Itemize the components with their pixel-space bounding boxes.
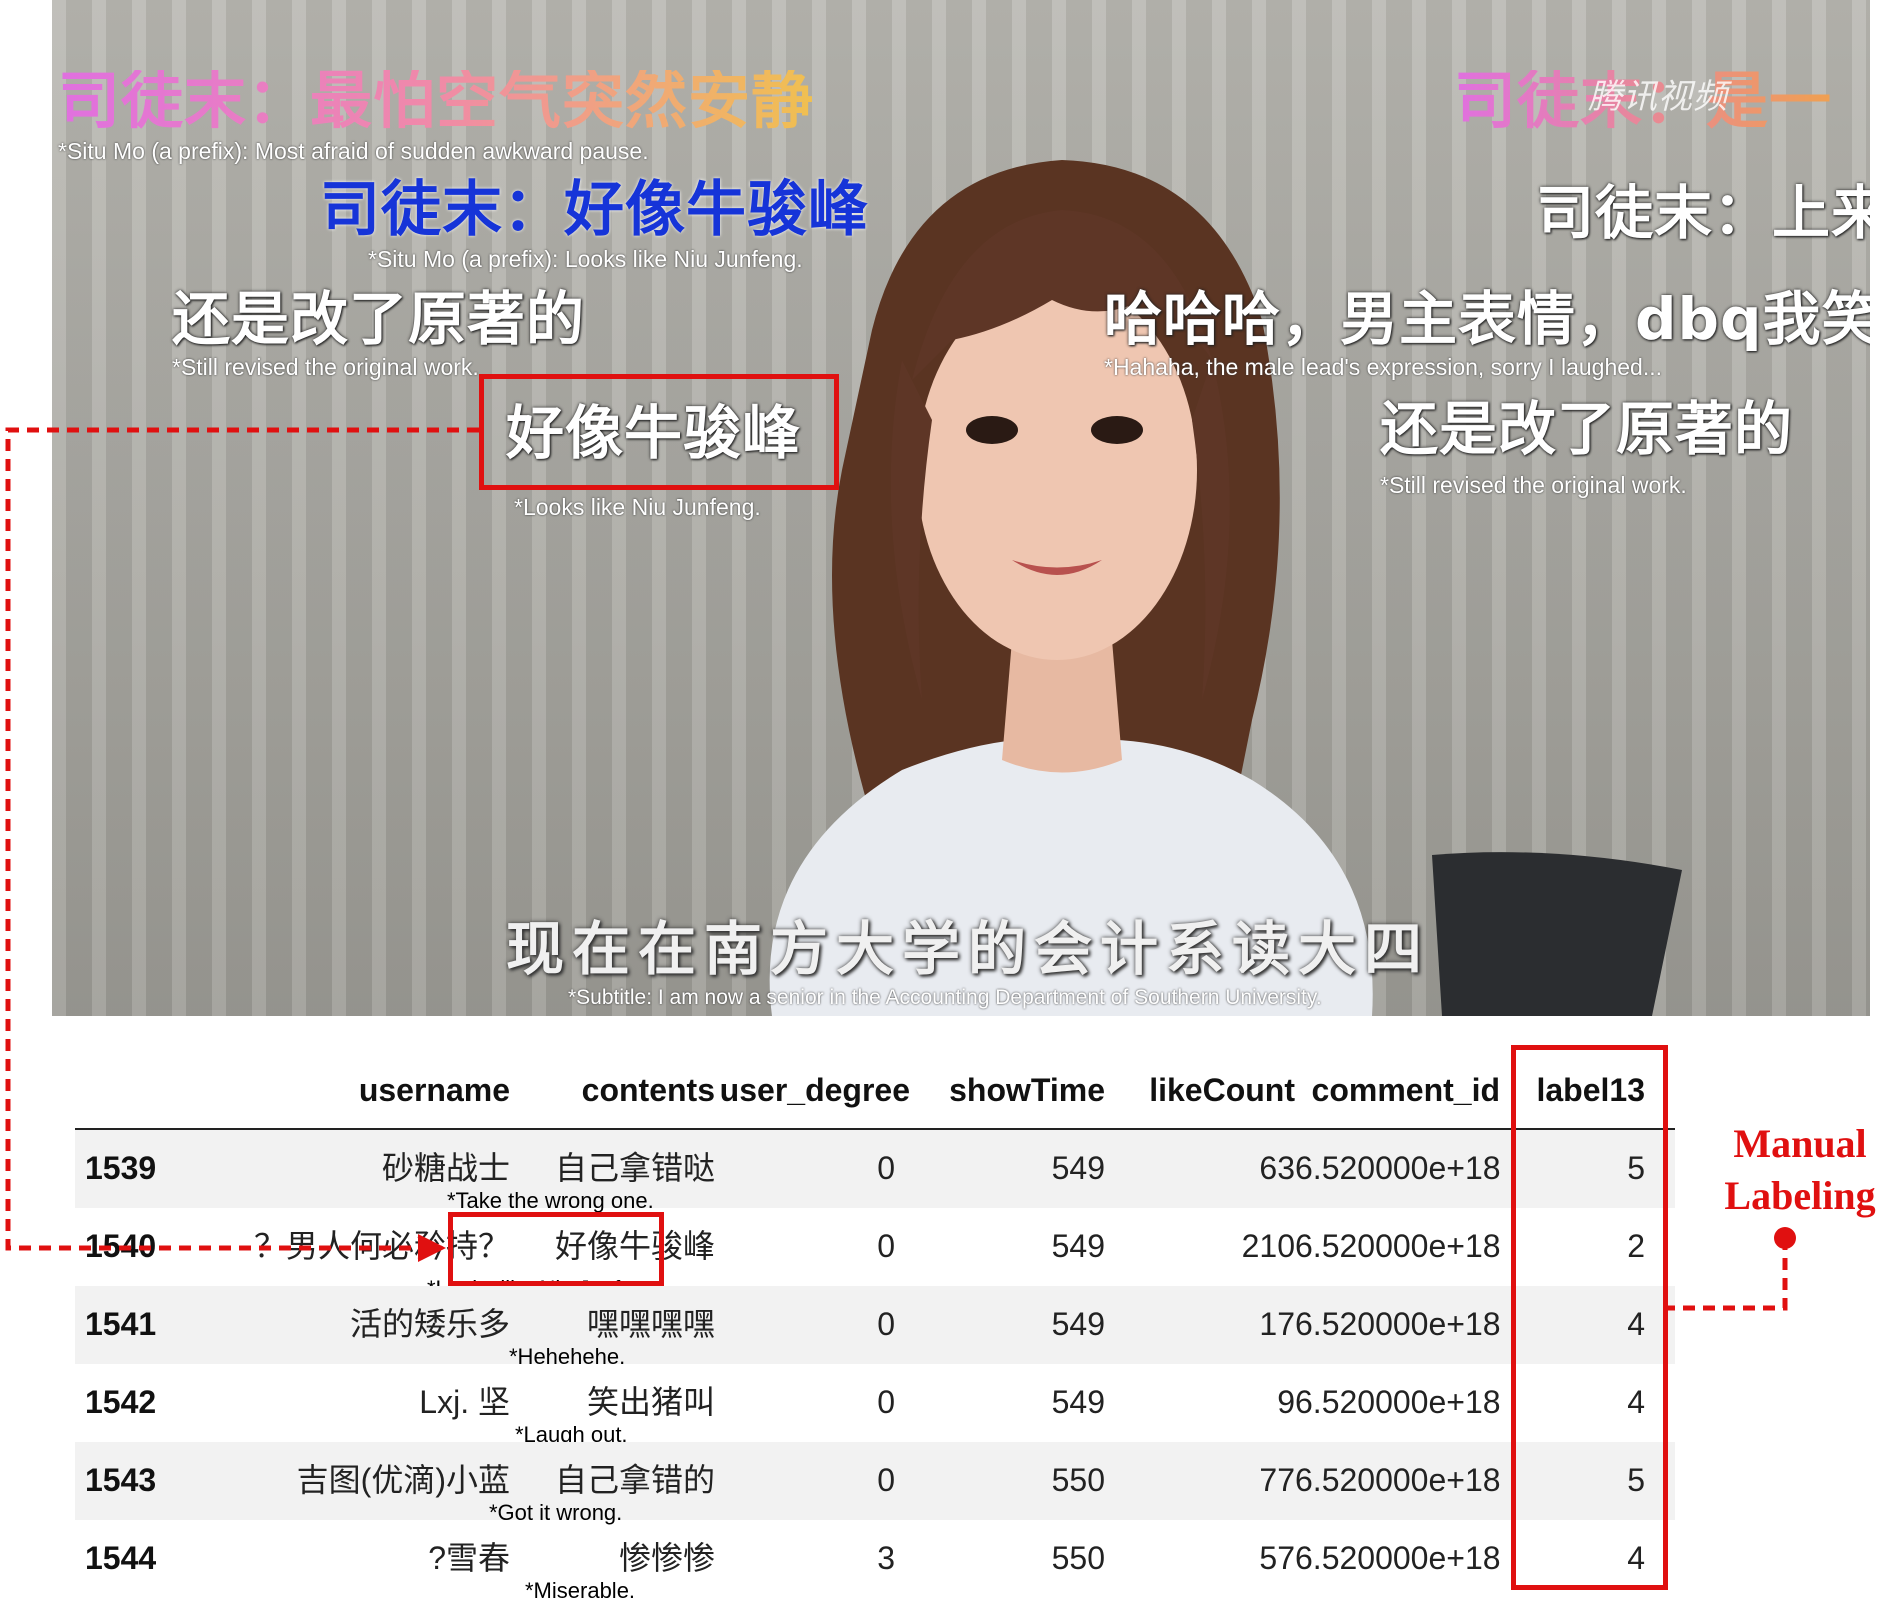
manual-labeling-dot (1774, 1227, 1796, 1249)
arrow-head (418, 1234, 446, 1262)
video-to-table-connector (5, 427, 479, 1251)
manual-labeling-connector (1668, 1238, 1788, 1311)
connector-lines (5, 427, 1796, 1311)
